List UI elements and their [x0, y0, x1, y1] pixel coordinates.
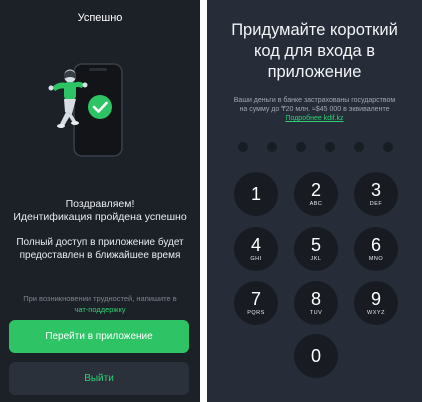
keypad-key-9[interactable]: 9 WXYZ	[354, 281, 398, 325]
title-line: приложение	[267, 63, 362, 81]
key-letters: PQRS	[247, 309, 265, 316]
create-pin-screen: Придумайте короткий код для входа в прил…	[207, 0, 422, 402]
key-digit: 2	[310, 179, 321, 200]
key-digit: 9	[370, 288, 381, 309]
keypad-key-0[interactable]: 0	[294, 334, 338, 378]
keypad-key-8[interactable]: 8 TUV	[294, 281, 338, 325]
success-screen: Успешно Поздравляем! Идентификация пройд…	[0, 0, 200, 402]
identification-complete-text: Идентификация пройдена успешно	[13, 211, 187, 223]
congrats-line: Поздравляем!	[65, 198, 135, 210]
support-hint: При возникновении трудностей, напишите в…	[0, 293, 200, 315]
pin-indicator	[238, 142, 393, 152]
access-line: Полный доступ в приложение будет	[16, 237, 184, 248]
check-circle-icon	[88, 95, 112, 119]
key-letters: DEF	[369, 200, 383, 207]
support-chat-link[interactable]: чат-поддержку	[74, 305, 125, 314]
key-digit: 6	[370, 234, 381, 255]
pin-dot	[354, 142, 364, 152]
access-message: Полный доступ в приложение будет предост…	[0, 236, 200, 262]
kdif-details-link[interactable]: Подробнее kdif.kz	[207, 114, 422, 123]
key-letters: JKL	[310, 255, 322, 262]
key-letters: TUV	[309, 309, 323, 316]
keypad-key-6[interactable]: 6 MNO	[354, 227, 398, 271]
identification-success-illustration	[48, 63, 123, 157]
key-digit: 3	[370, 179, 381, 200]
key-digit: 5	[310, 234, 321, 255]
support-hint-text: При возникновении трудностей, напишите в	[23, 294, 177, 303]
keypad-key-2[interactable]: 2 ABC	[294, 172, 338, 216]
go-to-app-button[interactable]: Перейти в приложение	[9, 320, 189, 353]
key-letters: ABC	[309, 200, 323, 207]
pin-dot	[383, 142, 393, 152]
congrats-message: Поздравляем! Идентификация пройдена успе…	[0, 198, 200, 224]
key-digit: 1	[250, 184, 261, 204]
keypad-key-4[interactable]: 4 GHI	[234, 227, 278, 271]
key-letters: GHI	[250, 255, 262, 262]
pin-dot	[296, 142, 306, 152]
deposit-insurance-notice: Ваши деньги в банке застрахованы государ…	[207, 96, 422, 123]
key-digit: 8	[310, 288, 321, 309]
keypad-key-1[interactable]: 1	[234, 172, 278, 216]
key-digit: 0	[310, 346, 321, 366]
pin-dot	[325, 142, 335, 152]
pin-dot	[267, 142, 277, 152]
access-line: предоставлен в ближайшее время	[19, 250, 181, 261]
key-digit: 4	[250, 234, 261, 255]
insurance-line: Ваши деньги в банке застрахованы государ…	[233, 97, 396, 104]
title-line: Придумайте короткий	[231, 21, 398, 39]
keypad-key-7[interactable]: 7 PQRS	[234, 281, 278, 325]
key-letters: WXYZ	[367, 309, 385, 316]
logout-button[interactable]: Выйти	[9, 362, 189, 395]
keypad-key-5[interactable]: 5 JKL	[294, 227, 338, 271]
key-digit: 7	[250, 288, 261, 309]
create-pin-title: Придумайте короткий код для входа в прил…	[207, 20, 422, 83]
insurance-line: на сумму до ₸20 млн. ≈$45 000 в эквивале…	[239, 106, 390, 113]
success-title: Успешно	[77, 12, 123, 24]
pin-dot	[238, 142, 248, 152]
key-letters: MNO	[368, 255, 384, 262]
keypad-key-3[interactable]: 3 DEF	[354, 172, 398, 216]
title-line: код для входа в	[253, 42, 375, 60]
